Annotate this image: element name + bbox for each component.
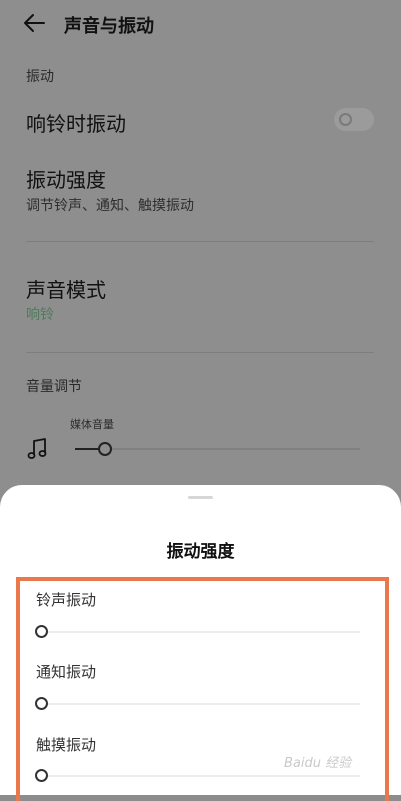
media-volume-thumb[interactable] bbox=[97, 442, 112, 456]
media-volume-slider[interactable] bbox=[75, 442, 360, 456]
divider bbox=[26, 352, 374, 353]
vibration-strength-sheet: 振动强度 铃声振动 通知振动 触摸振动 bbox=[0, 485, 401, 801]
sheet-title: 振动强度 bbox=[166, 542, 235, 562]
sheet-drag-handle[interactable] bbox=[188, 496, 213, 499]
media-volume-label: 媒体音量 bbox=[70, 418, 114, 431]
music-note-icon bbox=[27, 438, 47, 459]
header: 声音与振动 bbox=[0, 0, 401, 46]
notification-vibration-slider[interactable] bbox=[35, 697, 360, 710]
touch-vibration-thumb[interactable] bbox=[35, 769, 48, 782]
vibration-section-label: 振动 bbox=[26, 69, 54, 85]
watermark: Baidu 经验 bbox=[284, 756, 352, 771]
volume-section-label: 音量调节 bbox=[26, 379, 82, 395]
ringtone-vibration-label: 铃声振动 bbox=[36, 591, 97, 609]
divider bbox=[26, 241, 374, 242]
notification-vibration-thumb[interactable] bbox=[35, 697, 48, 710]
sound-mode-value: 响铃 bbox=[26, 307, 54, 323]
sound-mode-label[interactable]: 声音模式 bbox=[26, 274, 106, 303]
touch-vibration-label: 触摸振动 bbox=[36, 736, 97, 754]
vibration-strength-label[interactable]: 振动强度 bbox=[26, 164, 106, 193]
back-arrow-icon[interactable] bbox=[22, 12, 46, 34]
touch-vibration-slider[interactable] bbox=[35, 769, 360, 782]
page-title: 声音与振动 bbox=[64, 16, 154, 37]
ringtone-vibration-slider[interactable] bbox=[35, 625, 360, 638]
vibration-strength-subtitle: 调节铃声、通知、触摸振动 bbox=[26, 198, 194, 214]
ring-vibrate-label[interactable]: 响铃时振动 bbox=[26, 108, 126, 137]
ring-vibrate-toggle[interactable] bbox=[334, 108, 374, 131]
toggle-knob bbox=[339, 113, 352, 126]
ringtone-vibration-thumb[interactable] bbox=[35, 625, 48, 638]
notification-vibration-label: 通知振动 bbox=[36, 663, 97, 681]
